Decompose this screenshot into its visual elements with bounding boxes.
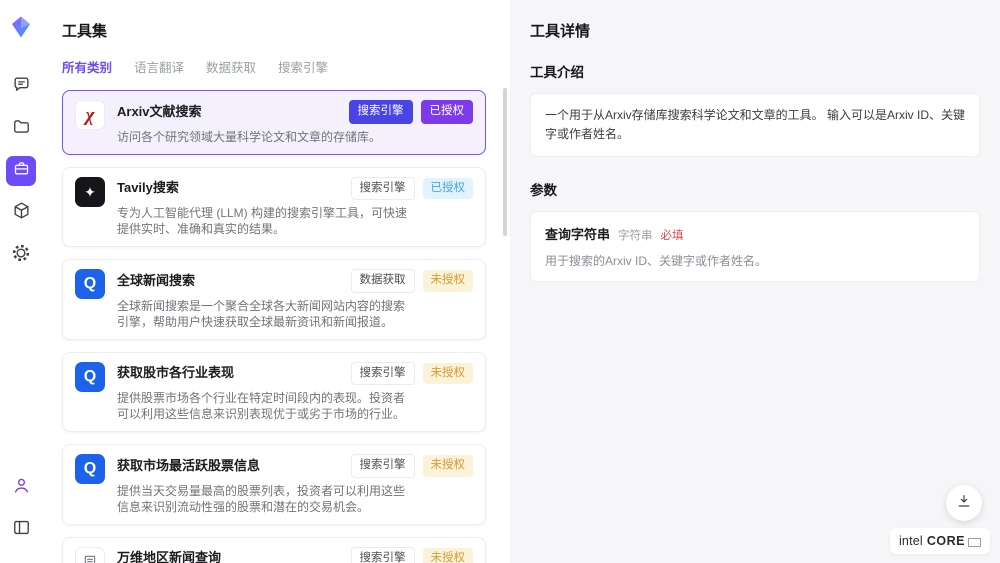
tool-category-chip: 搜索引擎 — [349, 100, 413, 124]
nav-files-button[interactable] — [6, 114, 36, 144]
tool-description: 访问各个研究领域大量科学论文和文章的存储库。 — [117, 129, 409, 145]
stock-market-logo-icon — [75, 454, 105, 484]
tab-search-engine[interactable]: 搜索引擎 — [278, 57, 328, 76]
tool-auth-badge: 未授权 — [423, 548, 474, 563]
param-description: 用于搜索的Arxiv ID、关键字或作者姓名。 — [545, 252, 965, 269]
app-root: 工具集 所有类别 语言翻译 数据获取 搜索引擎 Arxiv文献搜索 搜索引擎 已… — [0, 0, 1000, 563]
tool-category-chip: 搜索引擎 — [351, 177, 415, 201]
tool-name: 万维地区新闻查询 — [117, 550, 221, 563]
tool-list-panel: 工具集 所有类别 语言翻译 数据获取 搜索引擎 Arxiv文献搜索 搜索引擎 已… — [42, 0, 510, 563]
folder-icon — [12, 117, 31, 141]
tool-auth-badge: 已授权 — [423, 178, 474, 200]
tool-name: Tavily搜索 — [117, 180, 179, 196]
nav-tools-button[interactable] — [6, 156, 36, 186]
tool-category-chip: 搜索引擎 — [351, 547, 415, 563]
tool-auth-badge: 已授权 — [421, 100, 474, 124]
download-button[interactable] — [946, 485, 982, 521]
settings-gear-icon — [11, 243, 31, 268]
tool-name: 获取市场最活跃股票信息 — [117, 458, 260, 474]
nav-plugins-button[interactable] — [6, 198, 36, 228]
params-section-title: 参数 — [530, 179, 980, 199]
tool-intro-text: 一个用于从Arxiv存储库搜索科学论文和文章的工具。 输入可以是Arxiv ID… — [545, 106, 965, 144]
tool-name: Arxiv文献搜索 — [117, 104, 202, 120]
news-doc-icon — [75, 547, 105, 563]
tavily-logo-icon — [75, 177, 105, 207]
tool-card[interactable]: Tavily搜索 搜索引擎 已授权 专为人工智能代理 (LLM) 构建的搜索引擎… — [62, 167, 486, 248]
gem-logo-icon — [9, 15, 33, 39]
chat-icon — [12, 75, 31, 99]
tab-all-categories[interactable]: 所有类别 — [62, 57, 112, 76]
intel-core-badge: intel CORE — [890, 528, 990, 555]
scrollbar[interactable] — [503, 88, 507, 236]
nav-settings-button[interactable] — [6, 240, 36, 270]
nav-user-button[interactable] — [6, 473, 36, 503]
tool-category-chip: 搜索引擎 — [351, 362, 415, 386]
intel-tier-box — [968, 538, 981, 547]
tool-category-chip: 数据获取 — [351, 269, 415, 293]
toolbox-icon — [13, 160, 30, 182]
param-name: 查询字符串 — [545, 224, 610, 243]
tool-card[interactable]: 获取股市各行业表现 搜索引擎 未授权 提供股票市场各个行业在特定时间段内的表现。… — [62, 352, 486, 433]
param-type: 字符串 — [618, 227, 653, 243]
tool-category-chip: 搜索引擎 — [351, 454, 415, 478]
intel-brand-text: intel — [899, 535, 923, 548]
download-icon — [956, 493, 972, 514]
tab-data-fetch[interactable]: 数据获取 — [206, 57, 256, 76]
sidebar-toggle-icon — [12, 518, 31, 542]
tool-intro-card: 一个用于从Arxiv存储库搜索科学论文和文章的工具。 输入可以是Arxiv ID… — [530, 93, 980, 157]
intel-product-text: CORE — [927, 535, 965, 548]
tool-card[interactable]: 全球新闻搜索 数据获取 未授权 全球新闻搜索是一个聚合全球各大新闻网站内容的搜索… — [62, 259, 486, 340]
tool-description: 全球新闻搜索是一个聚合全球各大新闻网站内容的搜索引擎，帮助用户快速获取全球最新资… — [117, 298, 409, 330]
intro-section-title: 工具介绍 — [530, 61, 980, 81]
tool-auth-badge: 未授权 — [423, 455, 474, 477]
tab-language-translation[interactable]: 语言翻译 — [134, 57, 184, 76]
nav-collapse-button[interactable] — [6, 515, 36, 545]
global-news-logo-icon — [75, 269, 105, 299]
tool-card[interactable]: 万维地区新闻查询 搜索引擎 未授权 查询具体行政区划内的新闻，快速了解各地新闻动 — [62, 537, 486, 563]
tool-auth-badge: 未授权 — [423, 270, 474, 292]
rail-bottom-group — [6, 467, 36, 551]
stock-market-logo-icon — [75, 362, 105, 392]
detail-title: 工具详情 — [530, 20, 980, 41]
tool-detail-panel: 工具详情 工具介绍 一个用于从Arxiv存储库搜索科学论文和文章的工具。 输入可… — [510, 0, 1000, 563]
page-title: 工具集 — [62, 20, 486, 41]
tool-auth-badge: 未授权 — [423, 363, 474, 385]
param-card: 查询字符串 字符串 必填 用于搜索的Arxiv ID、关键字或作者姓名。 — [530, 211, 980, 282]
category-tabs: 所有类别 语言翻译 数据获取 搜索引擎 — [62, 57, 486, 76]
tool-description: 提供股票市场各个行业在特定时间段内的表现。投资者可以利用这些信息来识别表现优于或… — [117, 390, 409, 422]
nav-rail — [0, 0, 42, 563]
package-icon — [12, 201, 31, 225]
tool-description: 提供当天交易量最高的股票列表，投资者可以利用这些信息来识别流动性强的股票和潜在的… — [117, 483, 409, 515]
tool-card[interactable]: Arxiv文献搜索 搜索引擎 已授权 访问各个研究领域大量科学论文和文章的存储库… — [62, 90, 486, 155]
app-logo[interactable] — [8, 14, 34, 40]
user-icon — [12, 476, 31, 500]
tool-card-list: Arxiv文献搜索 搜索引擎 已授权 访问各个研究领域大量科学论文和文章的存储库… — [62, 90, 486, 563]
tool-description: 专为人工智能代理 (LLM) 构建的搜索引擎工具，可快速提供实时、准确和真实的结… — [117, 205, 409, 237]
tool-name: 全球新闻搜索 — [117, 273, 195, 289]
tool-card[interactable]: 获取市场最活跃股票信息 搜索引擎 未授权 提供当天交易量最高的股票列表，投资者可… — [62, 444, 486, 525]
tool-name: 获取股市各行业表现 — [117, 365, 234, 381]
nav-chat-button[interactable] — [6, 72, 36, 102]
arxiv-logo-icon — [75, 100, 105, 130]
param-header: 查询字符串 字符串 必填 — [545, 224, 965, 243]
param-required-flag: 必填 — [661, 227, 684, 243]
